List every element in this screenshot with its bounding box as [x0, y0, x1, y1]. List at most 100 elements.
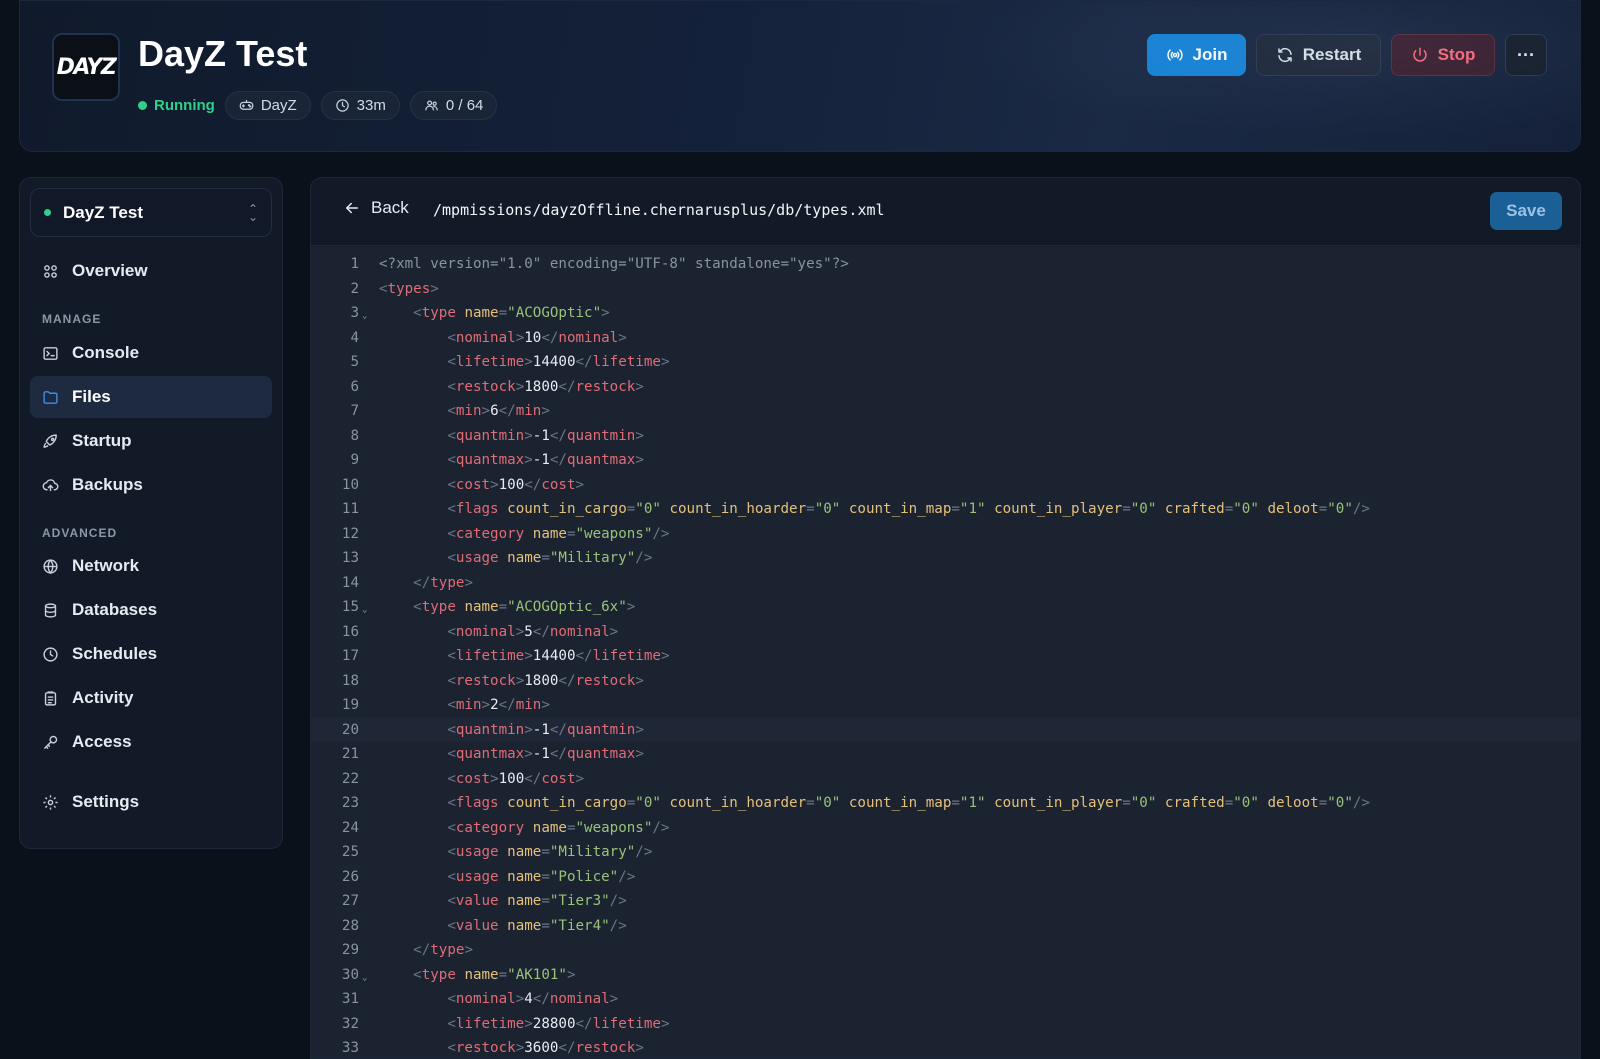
- line-number: 26: [341, 868, 359, 885]
- fold-gutter: [359, 996, 371, 1002]
- clock-icon: [43, 646, 58, 662]
- code-area[interactable]: 1 <?xml version="1.0" encoding="UTF-8" st…: [311, 247, 1580, 1058]
- fold-chevron-icon[interactable]: ⌄: [359, 967, 371, 983]
- code-text: <restock>3600</restock>: [447, 1040, 644, 1057]
- code-line[interactable]: 15 ⌄ <type name="ACOGOptic_6x">: [311, 595, 1580, 620]
- code-line[interactable]: 5 <lifetime>14400</lifetime>: [311, 350, 1580, 375]
- code-line[interactable]: 28 <value name="Tier4"/>: [311, 914, 1580, 939]
- code-line[interactable]: 11 <flags count_in_cargo="0" count_in_ho…: [311, 497, 1580, 522]
- code-line[interactable]: 2 <types>: [311, 277, 1580, 302]
- folder-icon: [43, 390, 58, 404]
- fold-gutter: [359, 849, 371, 855]
- line-number: 23: [341, 795, 359, 812]
- code-line[interactable]: 19 <min>2</min>: [311, 693, 1580, 718]
- line-number: 2: [350, 280, 359, 297]
- line-number: 15: [341, 599, 359, 616]
- fold-gutter: [359, 580, 371, 586]
- restart-button[interactable]: Restart: [1256, 34, 1381, 76]
- fold-gutter: [359, 506, 371, 512]
- game-name: DayZ: [260, 97, 297, 114]
- code-line[interactable]: 3 ⌄ <type name="ACOGOptic">: [311, 301, 1580, 326]
- server-actions: Join Restart Stop ···: [1147, 34, 1547, 76]
- code-line[interactable]: 1 <?xml version="1.0" encoding="UTF-8" st…: [311, 252, 1580, 277]
- code-line[interactable]: 4 <nominal>10</nominal>: [311, 326, 1580, 351]
- line-number: 25: [341, 844, 359, 861]
- sidebar-item-files[interactable]: Files: [30, 376, 272, 418]
- code-line[interactable]: 21 <quantmax>-1</quantmax>: [311, 742, 1580, 767]
- code-line[interactable]: 30 ⌄ <type name="AK101">: [311, 963, 1580, 988]
- code-line[interactable]: 8 <quantmin>-1</quantmin>: [311, 424, 1580, 449]
- code-line[interactable]: 31 <nominal>4</nominal>: [311, 987, 1580, 1012]
- fold-chevron-icon[interactable]: ⌄: [359, 305, 371, 321]
- fold-gutter: [359, 384, 371, 390]
- database-icon: [44, 602, 57, 618]
- sidebar-item-startup[interactable]: Startup: [30, 420, 272, 462]
- terminal-icon: [43, 346, 58, 360]
- server-selector[interactable]: DayZ Test ⌃ ⌄: [30, 188, 272, 237]
- code-text: <flags count_in_cargo="0" count_in_hoard…: [447, 795, 1370, 812]
- line-number: 14: [341, 574, 359, 591]
- users-icon: [425, 100, 438, 111]
- code-line[interactable]: 17 <lifetime>14400</lifetime>: [311, 644, 1580, 669]
- sidebar-item-databases[interactable]: Databases: [30, 589, 272, 631]
- sidebar-item-overview[interactable]: Overview: [30, 250, 272, 292]
- code-line[interactable]: 13 <usage name="Military"/>: [311, 546, 1580, 571]
- fold-gutter: [359, 261, 371, 267]
- sidebar-item-backups[interactable]: Backups: [30, 464, 272, 506]
- chevron-updown-icon: ⌃ ⌄: [247, 201, 258, 224]
- code-text: <usage name="Police"/>: [447, 868, 636, 885]
- code-line[interactable]: 9 <quantmax>-1</quantmax>: [311, 448, 1580, 473]
- code-line[interactable]: 20 <quantmin>-1</quantmin>: [311, 717, 1580, 742]
- sidebar-item-network[interactable]: Network: [30, 545, 272, 587]
- sidebar-item-activity[interactable]: Activity: [30, 677, 272, 719]
- code-line[interactable]: 18 <restock>1800</restock>: [311, 669, 1580, 694]
- code-line[interactable]: 14 </type>: [311, 571, 1580, 596]
- fold-gutter: [359, 408, 371, 414]
- sidebar-item-console[interactable]: Console: [30, 332, 272, 374]
- sidebar-item-label: Overview: [72, 261, 148, 280]
- fold-gutter: [359, 1045, 371, 1051]
- code-line[interactable]: 32 <lifetime>28800</lifetime>: [311, 1012, 1580, 1037]
- code-line[interactable]: 6 <restock>1800</restock>: [311, 375, 1580, 400]
- code-text: <types>: [379, 280, 439, 297]
- fold-chevron-icon[interactable]: ⌄: [359, 599, 371, 615]
- file-editor: Back /mpmissions/dayzOffline.chernaruspl…: [310, 177, 1581, 1059]
- fold-gutter: [359, 923, 371, 929]
- code-line[interactable]: 27 <value name="Tier3"/>: [311, 889, 1580, 914]
- clock-icon: [335, 99, 349, 112]
- save-button[interactable]: Save: [1490, 192, 1562, 230]
- code-line[interactable]: 26 <usage name="Police"/>: [311, 865, 1580, 890]
- join-button[interactable]: Join: [1147, 34, 1246, 76]
- code-text: <nominal>4</nominal>: [447, 991, 619, 1008]
- fold-gutter: [359, 947, 371, 953]
- code-line[interactable]: 23 <flags count_in_cargo="0" count_in_ho…: [311, 791, 1580, 816]
- status-text: Running: [154, 97, 215, 114]
- code-text: <quantmax>-1</quantmax>: [447, 746, 644, 763]
- more-options-button[interactable]: ···: [1505, 34, 1547, 76]
- players-count: 0 / 64: [445, 97, 484, 114]
- code-line[interactable]: 24 <category name="weapons"/>: [311, 816, 1580, 841]
- fold-gutter: [359, 433, 371, 439]
- sidebar-item-access[interactable]: Access: [30, 721, 272, 763]
- status-badge: Running: [138, 97, 215, 114]
- line-number: 13: [341, 550, 359, 567]
- sidebar-item-settings[interactable]: Settings: [30, 781, 272, 823]
- code-line[interactable]: 10 <cost>100</cost>: [311, 473, 1580, 498]
- line-number: 3: [350, 305, 359, 322]
- code-line[interactable]: 16 <nominal>5</nominal>: [311, 620, 1580, 645]
- status-dot-icon: [138, 101, 147, 110]
- sidebar-item-label: Files: [72, 387, 111, 406]
- sidebar-item-schedules[interactable]: Schedules: [30, 633, 272, 675]
- code-line[interactable]: 29 </type>: [311, 938, 1580, 963]
- line-number: 7: [350, 403, 359, 420]
- code-line[interactable]: 22 <cost>100</cost>: [311, 767, 1580, 792]
- code-text: <min>2</min>: [447, 697, 550, 714]
- code-line[interactable]: 33 <restock>3600</restock>: [311, 1036, 1580, 1058]
- stop-button[interactable]: Stop: [1391, 34, 1495, 76]
- code-line[interactable]: 7 <min>6</min>: [311, 399, 1580, 424]
- back-button[interactable]: Back: [343, 198, 409, 218]
- code-line[interactable]: 12 <category name="weapons"/>: [311, 522, 1580, 547]
- code-line[interactable]: 25 <usage name="Military"/>: [311, 840, 1580, 865]
- fold-gutter: [359, 286, 371, 292]
- code-text: <lifetime>14400</lifetime>: [447, 648, 670, 665]
